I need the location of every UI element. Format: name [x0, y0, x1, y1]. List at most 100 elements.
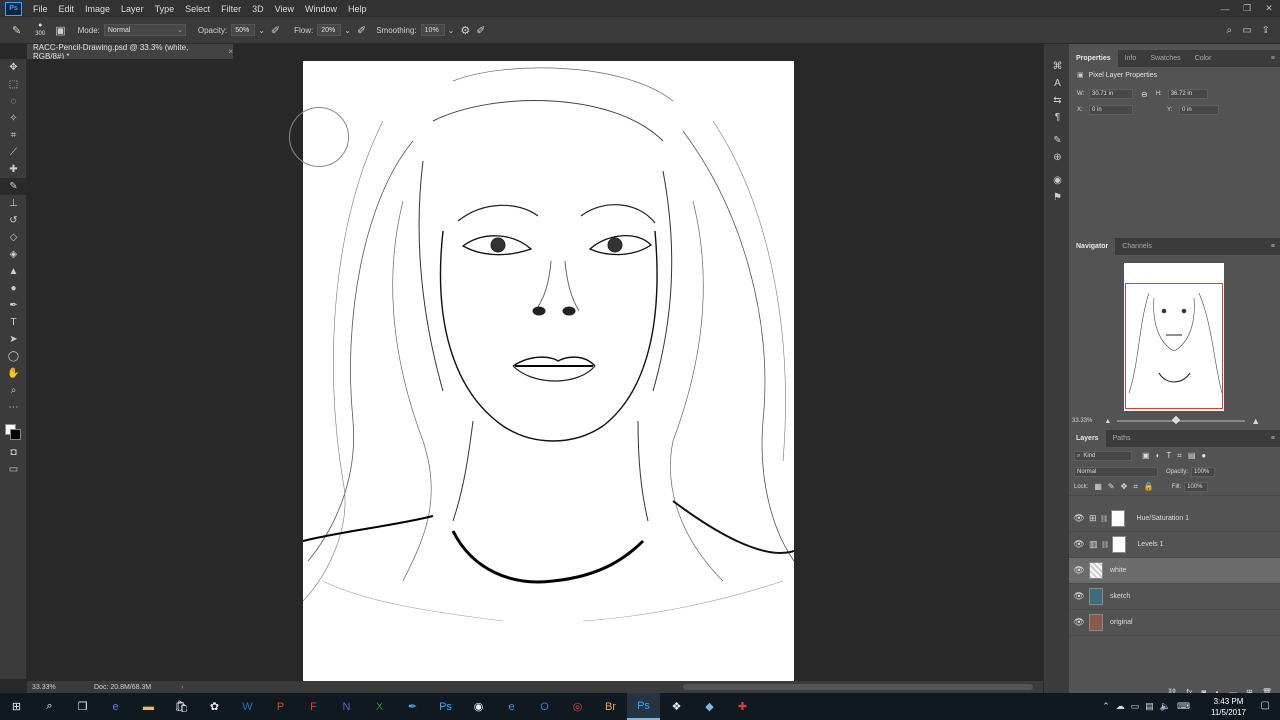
panel-menu-icon[interactable]: ≡: [1271, 435, 1275, 442]
width-input[interactable]: 30.71 in: [1089, 89, 1133, 99]
tab-layers[interactable]: Layers: [1069, 430, 1106, 447]
link-icon[interactable]: ⊖: [1141, 90, 1148, 99]
document-canvas[interactable]: [303, 61, 794, 681]
menu-help[interactable]: Help: [343, 4, 373, 14]
path-selection-tool-icon[interactable]: ➤: [0, 331, 27, 348]
clone-stamp-tool-icon[interactable]: ⊥: [0, 195, 27, 212]
y-input[interactable]: 0 in: [1179, 105, 1219, 115]
status-arrow-icon[interactable]: ›: [181, 684, 183, 691]
lock-pixels-icon[interactable]: ✎: [1108, 482, 1115, 492]
chrome-icon[interactable]: ◉: [462, 693, 495, 720]
type-tool-icon[interactable]: T: [0, 314, 27, 331]
zoom-slider-handle[interactable]: [1172, 415, 1181, 425]
color-swatches[interactable]: [0, 416, 26, 444]
flash-icon[interactable]: F: [297, 693, 330, 720]
edge-icon[interactable]: e: [99, 693, 132, 720]
layer-row[interactable]: 👁 sketch: [1069, 584, 1280, 610]
excel-icon[interactable]: X: [363, 693, 396, 720]
paint-bucket-tool-icon[interactable]: ◈: [0, 246, 27, 263]
layer-thumbnail[interactable]: [1089, 588, 1103, 605]
eye-icon[interactable]: 👁: [1069, 513, 1089, 524]
brush-presets-icon[interactable]: ✎: [1044, 132, 1071, 149]
tool-icon[interactable]: ✚: [726, 693, 759, 720]
smoothing-dropdown-icon[interactable]: ⌄: [448, 26, 455, 35]
blur-tool-icon[interactable]: ▲: [0, 263, 27, 280]
notification-icon[interactable]: ▢: [1261, 700, 1270, 711]
actions-icon[interactable]: ⚑: [1044, 189, 1071, 206]
layer-thumbnail[interactable]: [1089, 562, 1103, 579]
brush-tool-preset-icon[interactable]: ✎: [12, 24, 21, 37]
eye-icon[interactable]: 👁: [1069, 617, 1089, 628]
pressure-opacity-icon[interactable]: ✐: [271, 24, 280, 37]
powerpoint-icon[interactable]: P: [264, 693, 297, 720]
filter-smart-object-icon[interactable]: ▤: [1188, 451, 1196, 461]
eraser-tool-icon[interactable]: ◇: [0, 229, 27, 246]
height-input[interactable]: 36.72 in: [1167, 89, 1208, 99]
libraries-icon[interactable]: ◉: [1044, 172, 1071, 189]
menu-3d[interactable]: 3D: [247, 4, 270, 14]
network-icon[interactable]: ▤: [1145, 701, 1154, 712]
chain-link-icon[interactable]: ⛓: [1100, 515, 1109, 523]
app-icon[interactable]: ✿: [198, 693, 231, 720]
panel-menu-icon[interactable]: ≡: [1271, 243, 1275, 250]
more-tools-icon[interactable]: ⋯: [0, 399, 27, 416]
menu-edit[interactable]: Edit: [54, 4, 81, 14]
zoom-tool-icon[interactable]: ⌕: [0, 382, 27, 399]
filter-toggle-icon[interactable]: ●: [1201, 451, 1206, 461]
eye-icon[interactable]: 👁: [1069, 565, 1089, 576]
zoom-out-icon[interactable]: ▲: [1104, 418, 1111, 425]
filter-pixel-icon[interactable]: ▣: [1142, 451, 1150, 461]
pen-tool-icon[interactable]: ✒: [0, 297, 27, 314]
windows-start-icon[interactable]: ⊞: [0, 693, 33, 720]
mode-select[interactable]: Normal ⌄: [103, 24, 186, 36]
filter-adjustment-icon[interactable]: ◐: [1156, 451, 1161, 461]
eye-icon[interactable]: 👁: [1069, 539, 1089, 550]
flow-input[interactable]: 20%: [317, 24, 342, 36]
opacity-dropdown-icon[interactable]: ⌄: [258, 26, 265, 35]
filter-shape-icon[interactable]: ⌗: [1177, 451, 1182, 461]
eyedropper-tool-icon[interactable]: ⟋: [0, 144, 27, 161]
tab-properties[interactable]: Properties: [1069, 50, 1118, 67]
onedrive-icon[interactable]: ☁: [1116, 701, 1125, 712]
paint-icon[interactable]: ◆: [693, 693, 726, 720]
task-view-icon[interactable]: ❐: [66, 693, 99, 720]
feather-icon[interactable]: ✒: [396, 693, 429, 720]
search-icon[interactable]: ⌕: [33, 693, 66, 720]
lock-position-icon[interactable]: ✥: [1121, 482, 1128, 492]
magic-wand-tool-icon[interactable]: ✧: [0, 110, 27, 127]
layer-row[interactable]: 👁 ⊞ ⛓ Hue/Saturation 1: [1069, 506, 1280, 532]
clock[interactable]: 3:43 PM 11/5/2017: [1211, 696, 1246, 718]
chevron-up-icon[interactable]: ⌃: [1102, 701, 1110, 712]
menu-view[interactable]: View: [270, 4, 300, 14]
eye-icon[interactable]: 👁: [1069, 591, 1089, 602]
screen-mode-icon[interactable]: ▭: [0, 461, 27, 478]
layer-opacity-input[interactable]: 100%: [1191, 467, 1216, 477]
blend-mode-select[interactable]: Normal: [1074, 467, 1158, 477]
layer-mask-thumbnail[interactable]: [1111, 510, 1126, 527]
filter-type-icon[interactable]: T: [1166, 451, 1171, 461]
store-icon[interactable]: 🛍: [165, 693, 198, 720]
status-zoom[interactable]: 33.33%: [32, 684, 82, 691]
tab-paths[interactable]: Paths: [1106, 430, 1138, 447]
layer-thumbnail[interactable]: [1089, 614, 1103, 631]
zoom-slider[interactable]: [1117, 415, 1246, 425]
navigator-thumbnail[interactable]: [1124, 263, 1224, 411]
close-icon[interactable]: ✕: [1258, 0, 1280, 17]
onenote-icon[interactable]: N: [330, 693, 363, 720]
workspace-icon[interactable]: ▭: [1242, 25, 1251, 36]
smoothing-input[interactable]: 10%: [420, 24, 445, 36]
chain-link-icon[interactable]: ⛓: [1101, 541, 1110, 549]
menu-layer[interactable]: Layer: [116, 4, 150, 14]
volume-icon[interactable]: 🔈: [1160, 701, 1171, 712]
layer-filter-select[interactable]: ⌕ Kind: [1074, 451, 1132, 461]
menu-filter[interactable]: Filter: [216, 4, 247, 14]
hand-tool-icon[interactable]: ✋: [0, 365, 27, 382]
lock-transparent-icon[interactable]: ▦: [1094, 482, 1102, 492]
zoom-in-icon[interactable]: ▲: [1251, 416, 1260, 426]
share-icon[interactable]: ⇪: [1262, 25, 1270, 36]
menu-file[interactable]: File: [28, 4, 54, 14]
lock-all-icon[interactable]: 🔒: [1144, 482, 1154, 492]
brush-settings-icon[interactable]: ▣: [55, 24, 65, 37]
document-tab[interactable]: RACC-Pencil-Drawing.psd @ 33.3% (white, …: [27, 43, 233, 61]
internet-explorer-icon[interactable]: e: [495, 693, 528, 720]
